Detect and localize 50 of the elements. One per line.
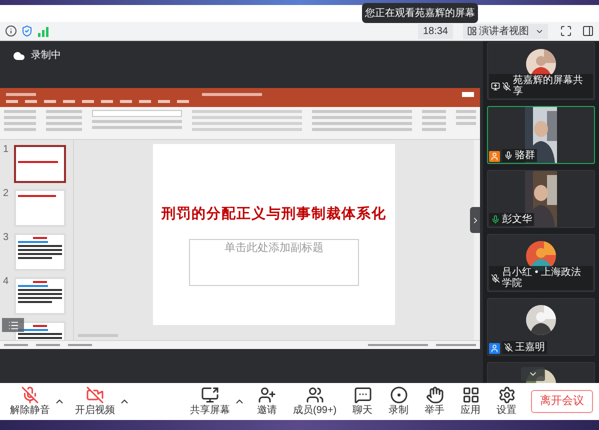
participant-tile[interactable]: 苑嘉辉的屏幕共享 <box>487 42 595 100</box>
sidebar-icon[interactable] <box>582 25 594 37</box>
apps-icon <box>462 386 480 404</box>
hand-icon <box>426 386 444 404</box>
toolbar-button[interactable]: 成员(99+) <box>289 386 341 417</box>
slide-number: 2 <box>3 189 10 199</box>
expand-sidebar-button[interactable] <box>470 207 480 233</box>
recording-label: 录制中 <box>31 49 61 63</box>
chat-icon <box>354 386 372 404</box>
fullscreen-icon[interactable] <box>560 25 572 37</box>
settings-icon <box>498 386 516 404</box>
toolbar-button[interactable]: 邀请 <box>253 386 281 417</box>
signal-icon <box>37 26 49 36</box>
mic-muted-icon <box>21 386 39 404</box>
slide-list-button[interactable] <box>2 318 24 332</box>
participant-tile[interactable]: 王嘉明 <box>487 298 595 356</box>
slide-number: 1 <box>3 145 10 155</box>
participant-tile[interactable]: 吕小红 • 上海政法学院 <box>487 234 595 292</box>
participant-tile[interactable]: 彭文华 <box>487 170 595 228</box>
layout-icon <box>467 26 477 36</box>
meeting-time: 18:34 <box>418 24 453 38</box>
view-mode-dropdown[interactable]: 演讲者视图 <box>463 24 548 38</box>
toolbar-button[interactable]: 录制 <box>384 386 413 417</box>
shield-icon[interactable] <box>21 25 33 37</box>
invite-icon <box>258 386 276 404</box>
participant-name: 苑嘉辉的屏幕共享 <box>513 75 584 97</box>
participant-tile[interactable]: 骆群 <box>487 106 595 164</box>
toolbar-button[interactable]: 开启视频 <box>71 386 119 417</box>
cloud-icon <box>13 50 25 62</box>
toolbar-button[interactable]: 解除静音 <box>6 386 54 417</box>
slide-title: 刑罚的分配正义与刑事制裁体系化 <box>162 205 386 223</box>
viewing-toast: 您正在观看苑嘉辉的屏幕 <box>362 3 478 23</box>
slide-number: 4 <box>3 277 10 287</box>
slide-number: 3 <box>3 233 10 243</box>
participant-name: 王嘉明 <box>515 342 545 353</box>
slide-thumbnail[interactable] <box>14 145 66 183</box>
record-icon <box>390 386 408 404</box>
toolbar-button[interactable]: 设置 <box>492 386 521 417</box>
toolbar-button[interactable]: 共享屏幕 <box>186 386 234 417</box>
video-off-icon <box>86 386 104 404</box>
participant-name: 彭文华 <box>502 214 532 225</box>
info-icon[interactable] <box>5 25 17 37</box>
participant-name: 吕小红 • 上海政法学院 <box>502 267 582 289</box>
leave-meeting-button[interactable]: 离开会议 <box>531 390 593 413</box>
toolbar-button[interactable]: 应用 <box>456 386 485 417</box>
screen-share-icon <box>201 386 219 404</box>
participant-name: 骆群 <box>515 150 535 161</box>
toolbar-button[interactable]: 举手 <box>420 386 449 417</box>
toolbar-button[interactable]: 聊天 <box>348 386 377 417</box>
members-icon <box>306 386 324 404</box>
